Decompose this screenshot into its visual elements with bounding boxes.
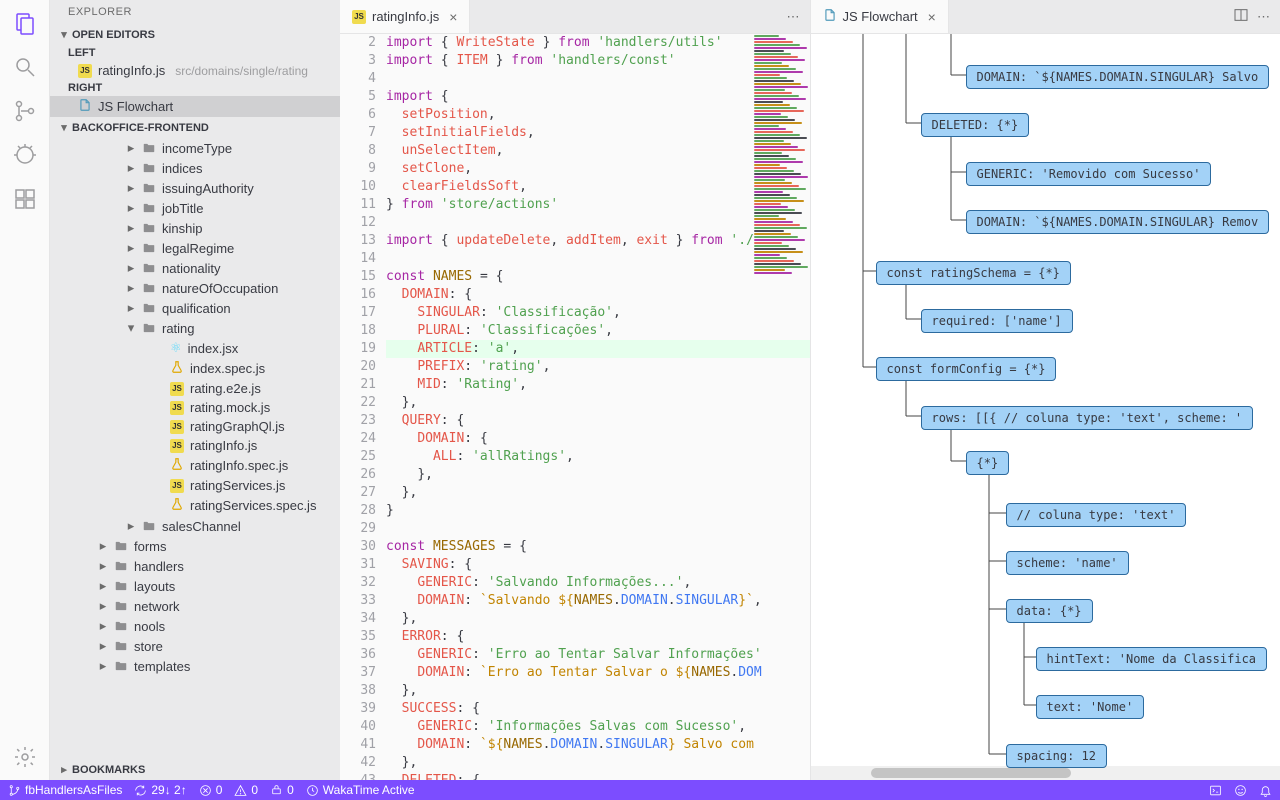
tree-item[interactable]: index.spec.js [50, 358, 340, 379]
close-icon[interactable]: × [928, 9, 936, 25]
tree-item[interactable]: ▸indices [50, 158, 340, 178]
explorer-icon[interactable] [12, 10, 38, 36]
js-file-icon: JS [78, 64, 92, 78]
tree-item[interactable]: ▾rating [50, 318, 340, 338]
flowchart-node[interactable]: scheme: 'name' [1006, 551, 1129, 575]
more-icon[interactable]: ⋯ [787, 9, 800, 25]
tree-item[interactable]: ▸store [50, 636, 340, 656]
more-icon[interactable]: ⋯ [1257, 9, 1270, 25]
tree-item[interactable]: ▸forms [50, 536, 340, 556]
flowchart-node[interactable]: spacing: 12 [1006, 744, 1107, 768]
flowchart-canvas[interactable]: DOMAIN: `${NAMES.DOMAIN.SINGULAR} Salvo D… [811, 34, 1280, 780]
search-icon[interactable] [12, 54, 38, 80]
flowchart-node[interactable]: const ratingSchema = {*} [876, 261, 1071, 285]
flowchart-node[interactable]: GENERIC: 'Removido com Sucesso' [966, 162, 1212, 186]
tree-item[interactable]: ▸handlers [50, 556, 340, 576]
status-bell-icon[interactable] [1259, 784, 1272, 797]
editor-pane-left: JS ratingInfo.js × ⋯ 2345678910111213141… [340, 0, 811, 780]
tree-item[interactable]: ▸salesChannel [50, 516, 340, 536]
flowchart-file-icon [823, 8, 837, 25]
flowchart-node[interactable]: DOMAIN: `${NAMES.DOMAIN.SINGULAR} Remov [966, 210, 1270, 234]
sidebar-title: EXPLORER [50, 0, 340, 24]
tree-item[interactable]: JSrating.e2e.js [50, 379, 340, 398]
section-open-editors[interactable]: ▾OPEN EDITORS [50, 24, 340, 45]
status-feedback-icon[interactable] [1234, 784, 1247, 797]
tree-item[interactable]: JSratingInfo.js [50, 436, 340, 455]
open-editor-right[interactable]: JS Flowchart [50, 96, 340, 117]
split-editor-icon[interactable] [1233, 7, 1249, 26]
tab-ratinginfo[interactable]: JS ratingInfo.js × [340, 0, 470, 33]
flowchart-file-icon [78, 98, 92, 115]
tree-item[interactable]: ▸incomeType [50, 138, 340, 158]
open-editor-left[interactable]: JS ratingInfo.js src/domains/single/rati… [50, 61, 340, 80]
status-warnings[interactable]: 0 [234, 783, 258, 797]
status-errors[interactable]: 0 [199, 783, 223, 797]
tree-item[interactable]: ratingServices.spec.js [50, 495, 340, 516]
tree-item[interactable]: ▸kinship [50, 218, 340, 238]
code-editor[interactable]: 2345678910111213141516171819202122232425… [340, 34, 810, 780]
tree-item[interactable]: ▸jobTitle [50, 198, 340, 218]
tab-actions-left: ⋯ [777, 0, 810, 33]
extensions-icon[interactable] [12, 186, 38, 212]
editor-pane-right: JS Flowchart × ⋯ DOMAIN: `${NAMES.DOMAIN… [811, 0, 1280, 780]
status-sync[interactable]: 29↓ 2↑ [134, 783, 186, 797]
tree-item[interactable]: ▸legalRegime [50, 238, 340, 258]
tree-item[interactable]: ⚛index.jsx [50, 338, 340, 358]
tree-item[interactable]: ▸nationality [50, 258, 340, 278]
tree-item[interactable]: ▸network [50, 596, 340, 616]
debug-icon[interactable] [12, 142, 38, 168]
source-control-icon[interactable] [12, 98, 38, 124]
tree-item[interactable]: JSrating.mock.js [50, 398, 340, 417]
tab-actions-right: ⋯ [1223, 0, 1280, 33]
status-wakatime[interactable]: WakaTime Active [306, 783, 415, 797]
flowchart-node[interactable]: DELETED: {*} [921, 113, 1030, 137]
tree-item[interactable]: ▸templates [50, 656, 340, 676]
flowchart-node[interactable]: required: ['name'] [921, 309, 1073, 333]
flowchart-node[interactable]: hintText: 'Nome da Classifica [1036, 647, 1268, 671]
js-file-icon: JS [352, 10, 366, 24]
section-bookmarks[interactable]: ▸BOOKMARKS [50, 759, 340, 780]
section-project[interactable]: ▾BACKOFFICE-FRONTEND [50, 117, 340, 138]
editor-area: JS ratingInfo.js × ⋯ 2345678910111213141… [340, 0, 1280, 780]
activity-bar [0, 0, 50, 780]
tree-item[interactable]: ▸natureOfOccupation [50, 278, 340, 298]
horizontal-scrollbar[interactable] [811, 766, 1280, 780]
status-bar: fbHandlersAsFiles 29↓ 2↑ 0 0 0 WakaTime … [0, 780, 1280, 800]
sidebar: EXPLORER ▾OPEN EDITORS LEFT JS ratingInf… [50, 0, 340, 780]
tree-item[interactable]: ▸nools [50, 616, 340, 636]
tree-item[interactable]: ▸layouts [50, 576, 340, 596]
flowchart-node[interactable]: {*} [966, 451, 1010, 475]
scrollbar-thumb[interactable] [871, 768, 1071, 778]
tree-item[interactable]: ratingInfo.spec.js [50, 455, 340, 476]
flowchart-node[interactable]: // coluna type: 'text' [1006, 503, 1187, 527]
flowchart-node[interactable]: text: 'Nome' [1036, 695, 1145, 719]
status-ports[interactable]: 0 [270, 783, 294, 797]
tree-item[interactable]: ▸issuingAuthority [50, 178, 340, 198]
group-right: RIGHT [50, 80, 340, 96]
flowchart-node[interactable]: data: {*} [1006, 599, 1093, 623]
file-tree: ▸incomeType▸indices▸issuingAuthority▸job… [50, 138, 340, 759]
tab-flowchart[interactable]: JS Flowchart × [811, 0, 949, 33]
flowchart-node[interactable]: rows: [[{ // coluna type: 'text', scheme… [921, 406, 1254, 430]
status-branch[interactable]: fbHandlersAsFiles [8, 783, 122, 797]
flowchart-node[interactable]: DOMAIN: `${NAMES.DOMAIN.SINGULAR} Salvo [966, 65, 1270, 89]
tree-item[interactable]: JSratingServices.js [50, 476, 340, 495]
status-terminal-icon[interactable] [1209, 784, 1222, 797]
close-icon[interactable]: × [449, 9, 457, 25]
group-left: LEFT [50, 45, 340, 61]
settings-gear-icon[interactable] [12, 744, 38, 770]
tree-item[interactable]: JSratingGraphQl.js [50, 417, 340, 436]
flowchart-node[interactable]: const formConfig = {*} [876, 357, 1057, 381]
tree-item[interactable]: ▸qualification [50, 298, 340, 318]
